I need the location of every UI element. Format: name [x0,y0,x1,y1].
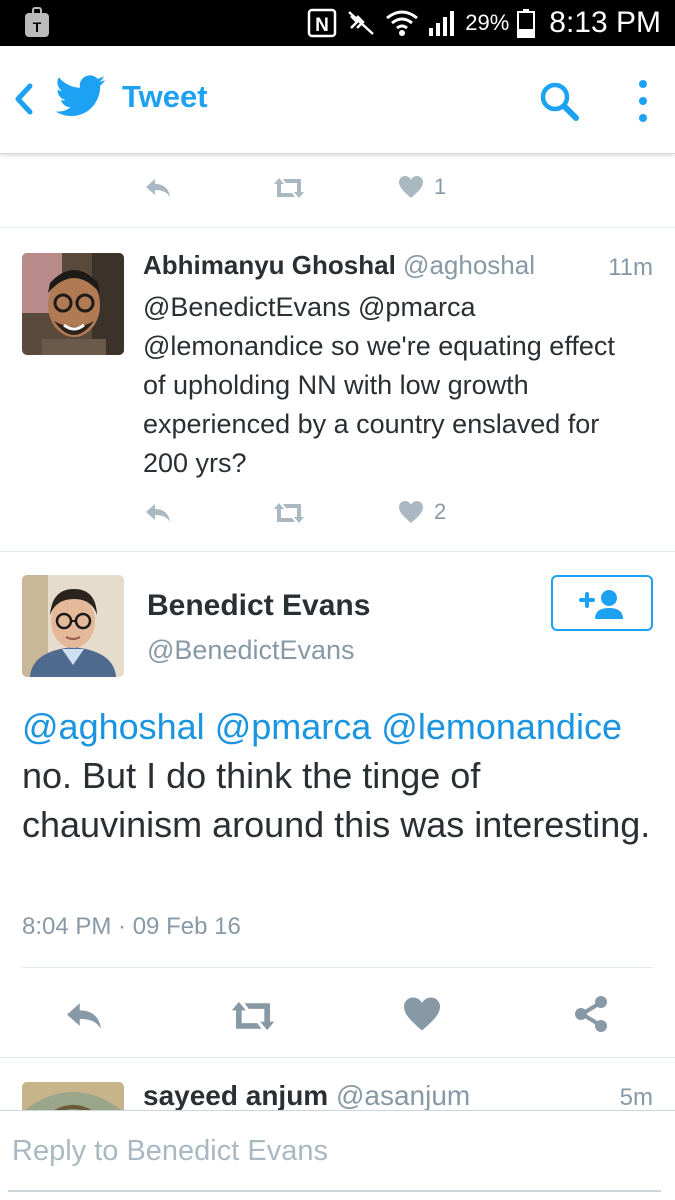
heart-icon [399,501,423,523]
mention-link[interactable]: @pmarca [215,706,372,747]
svg-text:T: T [33,19,42,35]
tweet-timestamp: 11m [608,254,653,281]
retweet-button[interactable] [272,501,306,525]
like-button[interactable]: 1 [398,174,446,200]
signal-icon [429,11,455,36]
twitter-bird-icon [56,75,106,116]
app-toolbar: Tweet [0,46,675,154]
carrier-icon: T [25,7,49,37]
tweet-author[interactable]: Abhimanyu Ghoshal @aghoshal [143,250,535,281]
mute-icon [348,11,375,35]
nfc-icon: N [307,8,337,38]
tweet-timestamp: 8:04 PM · 09 Feb 16 [22,913,241,940]
heart-icon [404,997,440,1031]
tweet-timestamp: 5m [619,1084,653,1110]
tweet-next[interactable]: sayeed anjum @asanjum 5m [0,1060,675,1110]
overflow-menu-icon[interactable] [630,76,656,126]
reply-button[interactable] [143,501,173,525]
share-button[interactable] [572,995,610,1033]
reply-icon [67,1003,101,1029]
avatar[interactable] [22,253,124,355]
divider [22,967,653,968]
tweet-text: @aghoshal @pmarca @lemonandice no. But I… [22,702,662,849]
retweet-button[interactable] [228,999,278,1033]
reply-icon [146,179,170,197]
reply-button[interactable] [62,999,106,1033]
heart-icon [399,176,423,198]
tweet-reply[interactable]: Abhimanyu Ghoshal @aghoshal 11m @Benedic… [0,228,675,552]
retweet-icon [274,503,304,523]
share-icon [575,996,607,1032]
retweet-icon [274,178,304,198]
svg-text:N: N [315,15,329,36]
mention-link[interactable]: @aghoshal [22,706,205,747]
clock: 8:13 PM [549,6,661,39]
battery-icon [517,9,536,38]
page-title: Tweet [122,79,208,114]
reply-input[interactable] [0,1111,675,1191]
author-name[interactable]: Benedict Evans [147,589,370,623]
avatar[interactable] [22,575,124,677]
search-icon[interactable] [538,80,580,122]
avatar-image [22,253,124,355]
like-count: 2 [434,499,447,524]
tweet-author[interactable]: sayeed anjum @asanjum [143,1080,470,1110]
tweet-body: no. But I do think the tinge of chauvini… [22,755,651,845]
avatar-image [22,575,124,677]
retweet-icon [231,1001,275,1031]
reply-icon [146,504,170,522]
battery-percent: 29% [465,10,510,35]
author-handle: @aghoshal [403,250,535,280]
avatar-image [22,1082,124,1110]
reply-input-underline [8,1190,661,1192]
avatar[interactable] [22,1082,124,1110]
author-handle: @asanjum [335,1080,471,1110]
follow-add-user-icon [579,590,623,619]
like-button[interactable] [402,996,442,1032]
author-handle[interactable]: @BenedictEvans [147,635,355,666]
reply-bar [0,1110,675,1200]
status-bar: T N 29% 8:13 PM [0,0,675,46]
follow-button[interactable] [551,575,653,631]
reply-button[interactable] [143,176,173,200]
tweet-text: @BenedictEvans @pmarca @lemonandice so w… [143,292,615,478]
wifi-icon [386,10,419,36]
like-button[interactable]: 2 [398,499,446,525]
mention-link[interactable]: @lemonandice [381,706,622,747]
author-name: Abhimanyu Ghoshal [143,250,396,280]
author-name: sayeed anjum [143,1080,329,1110]
previous-tweet-actions: 1 [0,160,675,228]
tweet-focused: Benedict Evans @BenedictEvans @aghoshal … [0,553,675,1058]
like-count: 1 [434,174,447,199]
retweet-button[interactable] [272,176,306,200]
back-icon[interactable] [10,82,38,116]
